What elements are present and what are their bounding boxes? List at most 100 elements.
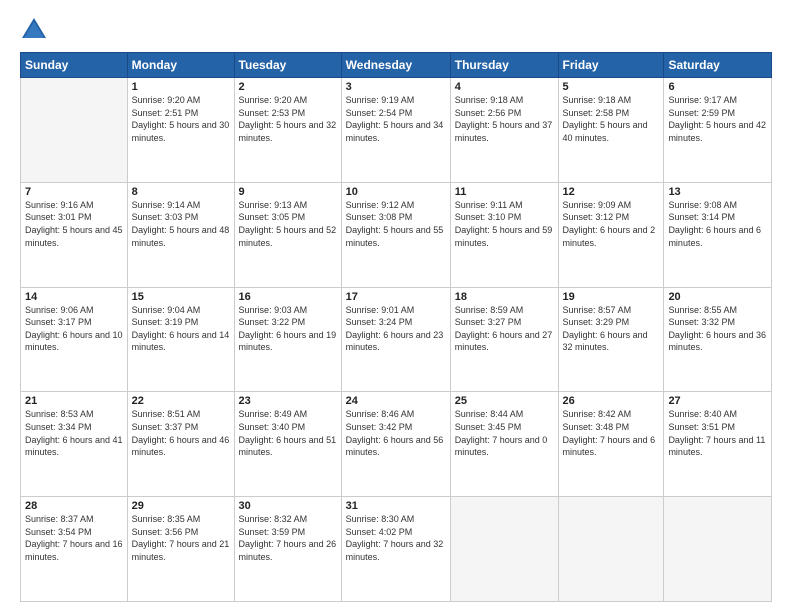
calendar-header-saturday: Saturday xyxy=(664,53,772,78)
day-number: 7 xyxy=(25,186,123,198)
page: SundayMondayTuesdayWednesdayThursdayFrid… xyxy=(0,0,792,612)
calendar-cell-1-6: 5Sunrise: 9:18 AMSunset: 2:58 PMDaylight… xyxy=(558,78,664,183)
calendar-cell-3-3: 16Sunrise: 9:03 AMSunset: 3:22 PMDayligh… xyxy=(234,287,341,392)
day-info: Sunrise: 8:57 AMSunset: 3:29 PMDaylight:… xyxy=(563,304,660,354)
day-number: 12 xyxy=(563,186,660,198)
day-info: Sunrise: 9:11 AMSunset: 3:10 PMDaylight:… xyxy=(455,199,554,249)
day-number: 1 xyxy=(132,81,230,93)
day-info: Sunrise: 9:14 AMSunset: 3:03 PMDaylight:… xyxy=(132,199,230,249)
day-number: 18 xyxy=(455,291,554,303)
day-info: Sunrise: 9:06 AMSunset: 3:17 PMDaylight:… xyxy=(25,304,123,354)
day-number: 28 xyxy=(25,500,123,512)
calendar-cell-3-4: 17Sunrise: 9:01 AMSunset: 3:24 PMDayligh… xyxy=(341,287,450,392)
logo-icon xyxy=(20,16,48,44)
calendar-cell-1-4: 3Sunrise: 9:19 AMSunset: 2:54 PMDaylight… xyxy=(341,78,450,183)
logo xyxy=(20,16,52,44)
calendar-cell-4-4: 24Sunrise: 8:46 AMSunset: 3:42 PMDayligh… xyxy=(341,392,450,497)
day-number: 23 xyxy=(239,395,337,407)
day-info: Sunrise: 9:20 AMSunset: 2:51 PMDaylight:… xyxy=(132,94,230,144)
day-info: Sunrise: 8:51 AMSunset: 3:37 PMDaylight:… xyxy=(132,408,230,458)
day-info: Sunrise: 8:44 AMSunset: 3:45 PMDaylight:… xyxy=(455,408,554,458)
calendar-cell-4-1: 21Sunrise: 8:53 AMSunset: 3:34 PMDayligh… xyxy=(21,392,128,497)
calendar-cell-4-5: 25Sunrise: 8:44 AMSunset: 3:45 PMDayligh… xyxy=(450,392,558,497)
day-info: Sunrise: 9:03 AMSunset: 3:22 PMDaylight:… xyxy=(239,304,337,354)
calendar-cell-5-5 xyxy=(450,497,558,602)
day-number: 15 xyxy=(132,291,230,303)
calendar-cell-2-4: 10Sunrise: 9:12 AMSunset: 3:08 PMDayligh… xyxy=(341,182,450,287)
calendar-cell-1-1 xyxy=(21,78,128,183)
day-number: 25 xyxy=(455,395,554,407)
day-info: Sunrise: 8:32 AMSunset: 3:59 PMDaylight:… xyxy=(239,513,337,563)
calendar-week-2: 7Sunrise: 9:16 AMSunset: 3:01 PMDaylight… xyxy=(21,182,772,287)
day-number: 2 xyxy=(239,81,337,93)
calendar-header-thursday: Thursday xyxy=(450,53,558,78)
day-info: Sunrise: 9:16 AMSunset: 3:01 PMDaylight:… xyxy=(25,199,123,249)
day-info: Sunrise: 9:18 AMSunset: 2:58 PMDaylight:… xyxy=(563,94,660,144)
calendar-cell-2-6: 12Sunrise: 9:09 AMSunset: 3:12 PMDayligh… xyxy=(558,182,664,287)
calendar-cell-4-3: 23Sunrise: 8:49 AMSunset: 3:40 PMDayligh… xyxy=(234,392,341,497)
calendar-cell-4-6: 26Sunrise: 8:42 AMSunset: 3:48 PMDayligh… xyxy=(558,392,664,497)
day-info: Sunrise: 8:55 AMSunset: 3:32 PMDaylight:… xyxy=(668,304,767,354)
calendar-cell-2-2: 8Sunrise: 9:14 AMSunset: 3:03 PMDaylight… xyxy=(127,182,234,287)
calendar-cell-2-5: 11Sunrise: 9:11 AMSunset: 3:10 PMDayligh… xyxy=(450,182,558,287)
day-info: Sunrise: 9:04 AMSunset: 3:19 PMDaylight:… xyxy=(132,304,230,354)
calendar-header-sunday: Sunday xyxy=(21,53,128,78)
day-info: Sunrise: 8:30 AMSunset: 4:02 PMDaylight:… xyxy=(346,513,446,563)
calendar-cell-3-5: 18Sunrise: 8:59 AMSunset: 3:27 PMDayligh… xyxy=(450,287,558,392)
calendar-cell-1-3: 2Sunrise: 9:20 AMSunset: 2:53 PMDaylight… xyxy=(234,78,341,183)
day-info: Sunrise: 9:19 AMSunset: 2:54 PMDaylight:… xyxy=(346,94,446,144)
day-number: 21 xyxy=(25,395,123,407)
calendar-cell-1-2: 1Sunrise: 9:20 AMSunset: 2:51 PMDaylight… xyxy=(127,78,234,183)
day-info: Sunrise: 8:59 AMSunset: 3:27 PMDaylight:… xyxy=(455,304,554,354)
day-number: 30 xyxy=(239,500,337,512)
day-number: 19 xyxy=(563,291,660,303)
calendar-cell-5-1: 28Sunrise: 8:37 AMSunset: 3:54 PMDayligh… xyxy=(21,497,128,602)
calendar-cell-1-7: 6Sunrise: 9:17 AMSunset: 2:59 PMDaylight… xyxy=(664,78,772,183)
day-number: 29 xyxy=(132,500,230,512)
calendar-cell-2-1: 7Sunrise: 9:16 AMSunset: 3:01 PMDaylight… xyxy=(21,182,128,287)
day-number: 17 xyxy=(346,291,446,303)
calendar-cell-3-2: 15Sunrise: 9:04 AMSunset: 3:19 PMDayligh… xyxy=(127,287,234,392)
calendar-header-monday: Monday xyxy=(127,53,234,78)
calendar-cell-5-3: 30Sunrise: 8:32 AMSunset: 3:59 PMDayligh… xyxy=(234,497,341,602)
day-info: Sunrise: 8:46 AMSunset: 3:42 PMDaylight:… xyxy=(346,408,446,458)
day-number: 3 xyxy=(346,81,446,93)
day-number: 31 xyxy=(346,500,446,512)
calendar-cell-5-6 xyxy=(558,497,664,602)
calendar-cell-1-5: 4Sunrise: 9:18 AMSunset: 2:56 PMDaylight… xyxy=(450,78,558,183)
day-number: 4 xyxy=(455,81,554,93)
calendar-week-5: 28Sunrise: 8:37 AMSunset: 3:54 PMDayligh… xyxy=(21,497,772,602)
calendar-cell-2-7: 13Sunrise: 9:08 AMSunset: 3:14 PMDayligh… xyxy=(664,182,772,287)
day-number: 11 xyxy=(455,186,554,198)
calendar-cell-3-7: 20Sunrise: 8:55 AMSunset: 3:32 PMDayligh… xyxy=(664,287,772,392)
calendar-header-tuesday: Tuesday xyxy=(234,53,341,78)
day-number: 10 xyxy=(346,186,446,198)
day-info: Sunrise: 8:37 AMSunset: 3:54 PMDaylight:… xyxy=(25,513,123,563)
calendar-cell-4-2: 22Sunrise: 8:51 AMSunset: 3:37 PMDayligh… xyxy=(127,392,234,497)
calendar-cell-5-2: 29Sunrise: 8:35 AMSunset: 3:56 PMDayligh… xyxy=(127,497,234,602)
calendar-header-row: SundayMondayTuesdayWednesdayThursdayFrid… xyxy=(21,53,772,78)
day-info: Sunrise: 9:09 AMSunset: 3:12 PMDaylight:… xyxy=(563,199,660,249)
day-number: 8 xyxy=(132,186,230,198)
calendar-cell-5-4: 31Sunrise: 8:30 AMSunset: 4:02 PMDayligh… xyxy=(341,497,450,602)
day-info: Sunrise: 9:08 AMSunset: 3:14 PMDaylight:… xyxy=(668,199,767,249)
calendar-cell-3-6: 19Sunrise: 8:57 AMSunset: 3:29 PMDayligh… xyxy=(558,287,664,392)
day-number: 13 xyxy=(668,186,767,198)
calendar-cell-3-1: 14Sunrise: 9:06 AMSunset: 3:17 PMDayligh… xyxy=(21,287,128,392)
day-info: Sunrise: 9:18 AMSunset: 2:56 PMDaylight:… xyxy=(455,94,554,144)
calendar-cell-5-7 xyxy=(664,497,772,602)
calendar-cell-4-7: 27Sunrise: 8:40 AMSunset: 3:51 PMDayligh… xyxy=(664,392,772,497)
day-info: Sunrise: 8:35 AMSunset: 3:56 PMDaylight:… xyxy=(132,513,230,563)
day-number: 26 xyxy=(563,395,660,407)
day-info: Sunrise: 8:40 AMSunset: 3:51 PMDaylight:… xyxy=(668,408,767,458)
day-info: Sunrise: 8:42 AMSunset: 3:48 PMDaylight:… xyxy=(563,408,660,458)
day-number: 9 xyxy=(239,186,337,198)
calendar-week-1: 1Sunrise: 9:20 AMSunset: 2:51 PMDaylight… xyxy=(21,78,772,183)
calendar-header-wednesday: Wednesday xyxy=(341,53,450,78)
day-info: Sunrise: 8:53 AMSunset: 3:34 PMDaylight:… xyxy=(25,408,123,458)
day-number: 24 xyxy=(346,395,446,407)
day-number: 22 xyxy=(132,395,230,407)
day-info: Sunrise: 9:01 AMSunset: 3:24 PMDaylight:… xyxy=(346,304,446,354)
day-number: 6 xyxy=(668,81,767,93)
calendar-week-4: 21Sunrise: 8:53 AMSunset: 3:34 PMDayligh… xyxy=(21,392,772,497)
